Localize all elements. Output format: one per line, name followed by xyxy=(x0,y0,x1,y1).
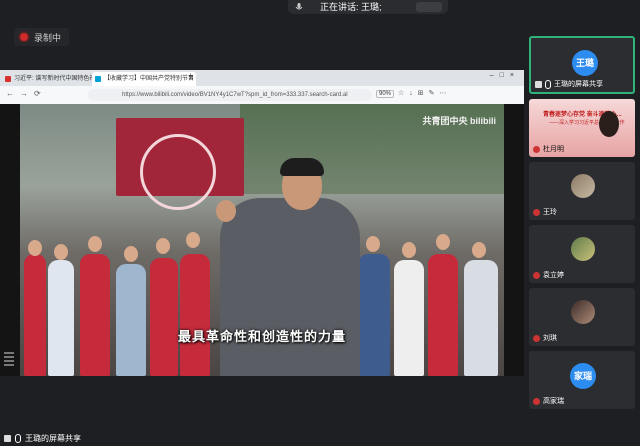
address-bar[interactable]: https://www.bilibili.com/video/BV1NY4y1C… xyxy=(88,89,372,101)
microphone-icon xyxy=(295,3,303,10)
zoom-level[interactable]: 90% xyxy=(376,90,395,98)
participant-tile[interactable]: 袁立婷 xyxy=(529,225,635,283)
video-subtitle: 最具革命性和创造性的力量 xyxy=(177,330,346,345)
recording-indicator[interactable]: 录制中 xyxy=(14,28,70,46)
participant-name: 高家瑞 xyxy=(543,398,564,405)
tab-favicon-icon xyxy=(5,76,11,82)
participant-name: 王玲 xyxy=(543,209,557,216)
camera-thumbnail xyxy=(571,237,595,261)
camera-thumbnail xyxy=(571,300,595,324)
mic-muted-icon xyxy=(533,271,540,279)
mic-muted-icon xyxy=(533,397,540,405)
mic-muted-icon xyxy=(533,334,540,342)
video-frame[interactable]: 共青团中央 bilibili 最具革命性和创造性的力量 xyxy=(20,104,504,376)
playback-control-icon[interactable] xyxy=(4,350,14,372)
video-player[interactable]: 共青团中央 bilibili 最具革命性和创造性的力量 xyxy=(0,104,524,376)
avatar: 家瑞 xyxy=(570,363,596,389)
tab-title: 【收藏学习】中国共产党特别节目 xyxy=(104,76,195,82)
share-screen-icon xyxy=(4,434,11,442)
participant-tile[interactable]: 王璐 王璐的屏幕共享 xyxy=(529,36,635,94)
speaker-figure xyxy=(220,198,360,376)
speaker-hand xyxy=(216,200,236,222)
participant-name: 刘琪 xyxy=(543,335,557,342)
university-banner xyxy=(116,118,244,210)
participant-name: 杜月明 xyxy=(543,146,564,153)
window-controls[interactable]: –□× xyxy=(490,72,520,79)
participant-name: 王璐的屏幕共享 xyxy=(554,81,603,88)
mic-muted-icon xyxy=(533,208,540,216)
presenter-name: 王璐的屏幕共享 xyxy=(25,433,81,443)
speaking-text: 正在讲话: 王璐; xyxy=(320,2,382,12)
back-icon[interactable]: ← xyxy=(6,89,14,98)
browser-tools-icons[interactable]: ☆↓⊞✎⋯ xyxy=(398,89,452,97)
browser-tab-1[interactable]: 习近平: 谱写新时代中国特色社会 × xyxy=(2,72,102,86)
speaker-volume xyxy=(416,2,442,12)
tab-favicon-icon xyxy=(95,76,101,82)
presenter-label: 王璐的屏幕共享 xyxy=(4,431,81,445)
browser-toolbar: ← → ⟳ https://www.bilibili.com/video/BV1… xyxy=(0,86,524,105)
university-emblem xyxy=(140,134,216,210)
mic-muted-icon xyxy=(533,145,540,153)
speaking-indicator: 正在讲话: 王璐; xyxy=(288,0,448,14)
browser-tabbar: 习近平: 谱写新时代中国特色社会 × 【收藏学习】中国共产党特别节目 × + –… xyxy=(0,70,524,86)
tab-title: 习近平: 谱写新时代中国特色社会 xyxy=(14,76,102,82)
browser-tab-2[interactable]: 【收藏学习】中国共产党特别节目 × xyxy=(92,72,196,86)
shared-screen: 习近平: 谱写新时代中国特色社会 × 【收藏学习】中国共产党特别节目 × + –… xyxy=(0,70,524,376)
participant-tile[interactable]: 王玲 xyxy=(529,162,635,220)
record-icon xyxy=(20,33,28,41)
participant-name: 袁立婷 xyxy=(543,272,564,279)
reload-icon[interactable]: ⟳ xyxy=(34,89,41,98)
participant-tile[interactable]: 青春逐梦心存党 奋斗逐梦心... ——深入学习习近平总书记... 工作 杜月明 xyxy=(529,99,635,157)
bilibili-logo: 共青团中央 bilibili xyxy=(422,116,497,126)
microphone-icon xyxy=(545,79,551,89)
participant-tile[interactable]: 家瑞 高家瑞 xyxy=(529,351,635,409)
camera-thumbnail xyxy=(571,174,595,198)
avatar: 王璐 xyxy=(572,50,598,76)
recording-label: 录制中 xyxy=(34,32,62,43)
participant-tile[interactable]: 刘琪 xyxy=(529,288,635,346)
new-tab-icon[interactable]: + xyxy=(188,71,193,81)
microphone-icon xyxy=(15,433,21,443)
share-screen-icon xyxy=(535,80,542,88)
forward-icon[interactable]: → xyxy=(20,89,28,98)
